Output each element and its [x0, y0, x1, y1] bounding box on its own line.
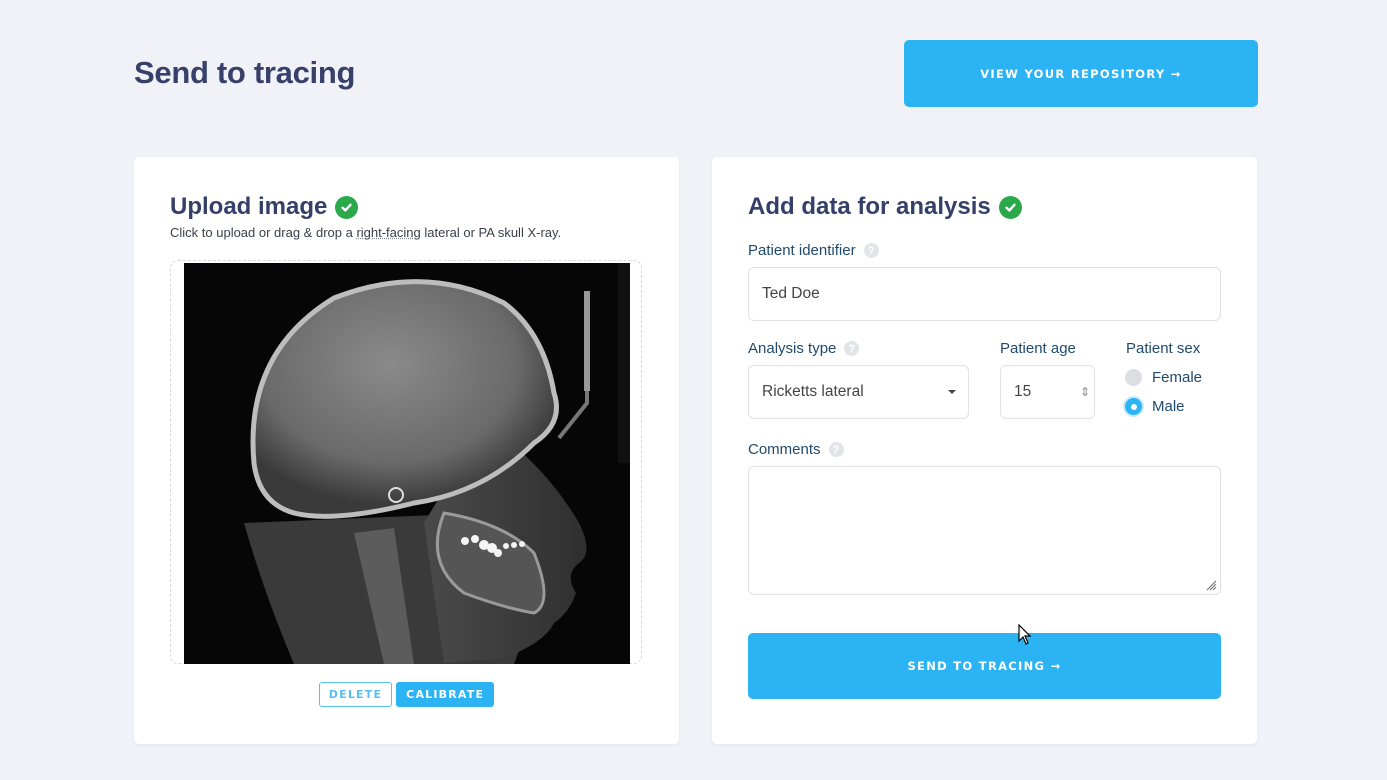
analysis-type-select[interactable]: Ricketts lateral	[748, 365, 969, 419]
help-icon[interactable]: ?	[863, 243, 879, 258]
calibrate-button[interactable]: CALIBRATE	[396, 682, 495, 707]
patient-identifier-label: Patient identifier ?	[748, 242, 879, 259]
help-icon[interactable]: ?	[828, 442, 844, 457]
comments-label: Comments ?	[748, 441, 844, 458]
sex-option-male[interactable]: Male	[1125, 398, 1185, 415]
analysis-title: Add data for analysis	[748, 193, 991, 220]
radio-male[interactable]	[1125, 398, 1142, 415]
delete-image-button[interactable]: DELETE	[318, 682, 393, 707]
patient-sex-label: Patient sex	[1126, 340, 1200, 357]
caret-down-icon	[948, 390, 956, 394]
view-repository-button[interactable]: VIEW YOUR REPOSITORY →	[904, 40, 1258, 107]
radio-female[interactable]	[1125, 369, 1142, 386]
analysis-heading: Add data for analysis	[748, 193, 1022, 221]
upload-instructions-text: Click to upload or drag & drop a	[170, 225, 357, 240]
analysis-data-card: Add data for analysis Patient identifier…	[712, 157, 1257, 744]
resize-handle-icon[interactable]	[1205, 579, 1217, 591]
patient-age-label: Patient age	[1000, 340, 1076, 357]
mouse-cursor-icon	[1018, 624, 1032, 645]
check-circle-icon	[335, 195, 359, 219]
check-circle-icon	[998, 195, 1022, 219]
patient-identifier-value: Ted Doe	[762, 285, 820, 302]
patient-identifier-input[interactable]: Ted Doe	[748, 267, 1221, 321]
comments-textarea[interactable]	[748, 466, 1221, 595]
comments-label-text: Comments	[748, 441, 821, 458]
patient-sex-label-text: Patient sex	[1126, 340, 1201, 357]
analysis-type-label: Analysis type ?	[748, 340, 860, 357]
analysis-type-label-text: Analysis type	[748, 340, 837, 357]
patient-identifier-label-text: Patient identifier	[748, 242, 856, 259]
upload-instructions: Click to upload or drag & drop a right-f…	[170, 225, 561, 240]
page-title: Send to tracing	[134, 55, 356, 90]
xray-image	[184, 263, 630, 664]
upload-instructions-text-end: lateral or PA skull X-ray.	[420, 225, 562, 240]
patient-age-value: 15	[1014, 383, 1032, 400]
image-actions: DELETE CALIBRATE	[134, 682, 679, 707]
radio-label-female: Female	[1152, 369, 1203, 386]
right-facing-tooltip[interactable]: right-facing	[356, 225, 420, 240]
analysis-type-value: Ricketts lateral	[762, 383, 864, 400]
upload-image-card: Upload image Click to upload or drag & d…	[134, 157, 679, 744]
help-icon[interactable]: ?	[844, 341, 860, 356]
patient-age-label-text: Patient age	[1000, 340, 1076, 357]
spinner-icon[interactable]: ⇕	[1080, 385, 1090, 399]
send-to-tracing-button[interactable]: SEND TO TRACING →	[748, 633, 1221, 699]
patient-age-input[interactable]: 15 ⇕	[1000, 365, 1095, 419]
image-dropzone[interactable]	[170, 260, 642, 664]
upload-image-title: Upload image	[170, 193, 328, 220]
upload-image-heading: Upload image	[170, 193, 359, 221]
radio-label-male: Male	[1152, 398, 1185, 415]
sex-option-female[interactable]: Female	[1125, 369, 1202, 386]
